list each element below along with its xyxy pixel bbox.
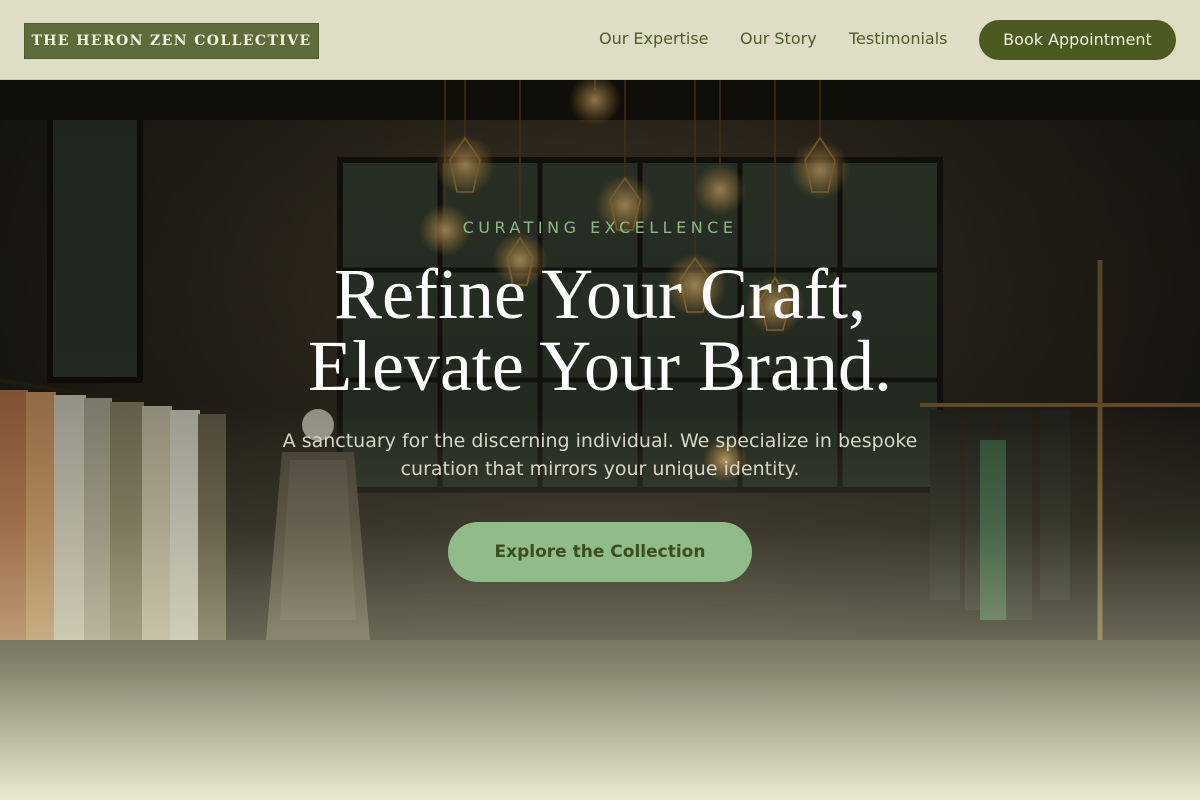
book-appointment-button[interactable]: Book Appointment bbox=[979, 20, 1176, 60]
brand-logo[interactable]: THE HERON ZEN COLLECTIVE bbox=[24, 23, 319, 59]
hero-headline-line-1: Refine Your Craft, bbox=[334, 254, 866, 334]
nav-link-our-expertise[interactable]: Our Expertise bbox=[599, 29, 708, 49]
hero-subtitle: A sanctuary for the discerning individua… bbox=[282, 430, 918, 480]
hero-eyebrow: CURATING EXCELLENCE bbox=[462, 218, 738, 237]
nav-link-our-story[interactable]: Our Story bbox=[740, 29, 817, 49]
hero-section: CURATING EXCELLENCE Refine Your Craft, E… bbox=[0, 80, 1200, 800]
explore-collection-button[interactable]: Explore the Collection bbox=[448, 522, 752, 582]
site-header: THE HERON ZEN COLLECTIVE Our Expertise O… bbox=[0, 0, 1200, 80]
hero-headline: Refine Your Craft, Elevate Your Brand. bbox=[0, 258, 1200, 402]
hero-headline-line-2: Elevate Your Brand. bbox=[308, 326, 892, 406]
nav-link-testimonials[interactable]: Testimonials bbox=[849, 29, 948, 49]
